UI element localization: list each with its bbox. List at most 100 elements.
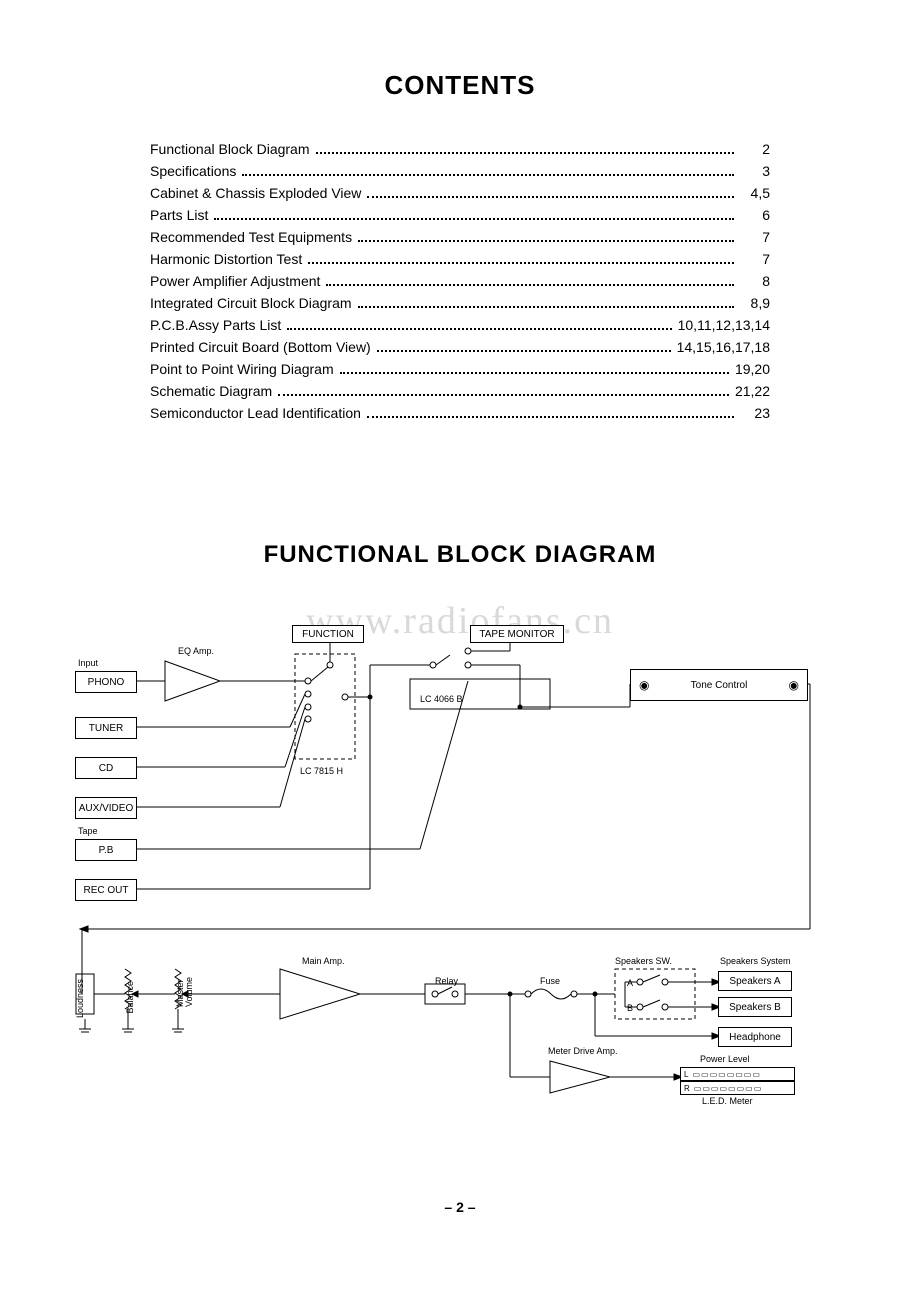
toc-dots [367, 196, 734, 198]
toc-row: Integrated Circuit Block Diagram8,9 [150, 295, 770, 311]
headphone-label: Headphone [729, 1032, 781, 1043]
toc-label: Cabinet & Chassis Exploded View [150, 185, 361, 201]
toc-page: 21,22 [735, 383, 770, 399]
led-segments-icon: ▭▭▭▭▭▭▭▭ [692, 1070, 760, 1079]
tone-knob-icon: ◉ [789, 678, 799, 692]
headphone-block: Headphone [718, 1027, 792, 1047]
speakers-b-block: Speakers B [718, 997, 792, 1017]
input-tuner: TUNER [75, 717, 137, 739]
master-volume-label: Master Volume [176, 977, 194, 1007]
toc-label: Printed Circuit Board (Bottom View) [150, 339, 371, 355]
input-aux-video: AUX/VIDEO [75, 797, 137, 819]
toc-label: Specifications [150, 163, 236, 179]
block-diagram-heading: FUNCTIONAL BLOCK DIAGRAM [70, 541, 850, 569]
toc-row: Printed Circuit Board (Bottom View) 14,15… [150, 339, 770, 355]
toc-label: Functional Block Diagram [150, 141, 310, 157]
lc7815h-label: LC 7815 H [300, 767, 343, 776]
meter-drive-amp-label: Meter Drive Amp. [548, 1047, 618, 1056]
toc-row: Harmonic Distortion Test 7 [150, 251, 770, 267]
led-meter-r: R ▭▭▭▭▭▭▭▭ [680, 1081, 795, 1095]
main-amp-label: Main Amp. [302, 957, 345, 966]
toc-page: 10,11,12,13,14 [678, 317, 770, 333]
input-phono-label: PHONO [88, 677, 125, 688]
tone-knob-icon: ◉ [639, 678, 649, 692]
toc-page: 23 [740, 405, 770, 421]
led-meter-r-label: R [684, 1084, 690, 1093]
toc-page: 6 [740, 207, 770, 223]
toc-row: P.C.B.Assy Parts List 10,11,12,13,14 [150, 317, 770, 333]
loudness-label: Loudness [76, 979, 85, 1018]
speakers-a-label: Speakers A [729, 976, 780, 987]
toc-label: Power Amplifier Adjustment [150, 273, 320, 289]
input-pb-label: P.B [99, 845, 114, 856]
input-cd: CD [75, 757, 137, 779]
input-cd-label: CD [99, 763, 113, 774]
inputs-heading-label: Input [78, 659, 98, 668]
toc-page: 8 [740, 273, 770, 289]
led-meter-l-label: L [684, 1070, 688, 1079]
toc-row: Semiconductor Lead Identification 23 [150, 405, 770, 421]
toc-dots [377, 350, 671, 352]
toc-dots [287, 328, 671, 330]
toc-row: Power Amplifier Adjustment 8 [150, 273, 770, 289]
sw-a-label: A [627, 979, 633, 988]
toc-label: P.C.B.Assy Parts List [150, 317, 281, 333]
power-level-label: Power Level [700, 1055, 750, 1064]
function-switch-label: FUNCTION [302, 629, 354, 640]
toc-dots [358, 240, 734, 242]
tone-control-block: ◉ Tone Control ◉ [630, 669, 808, 701]
lc4066b-label: LC 4066 B [420, 695, 463, 704]
toc-row: Functional Block Diagram 2 [150, 141, 770, 157]
toc-dots [214, 218, 734, 220]
toc-row: Cabinet & Chassis Exploded View 4,5 [150, 185, 770, 201]
led-meter-label: L.E.D. Meter [702, 1097, 753, 1106]
toc-row: Schematic Diagram 21,22 [150, 383, 770, 399]
input-rec-out-label: REC OUT [84, 885, 129, 896]
toc-page: 4,5 [740, 185, 770, 201]
eq-amp-label: EQ Amp. [178, 647, 214, 656]
function-switch: FUNCTION [292, 625, 364, 643]
toc-row: Specifications 3 [150, 163, 770, 179]
toc-page: 3 [740, 163, 770, 179]
table-of-contents: Functional Block Diagram 2 Specifications 3… [150, 141, 770, 421]
toc-label: Point to Point Wiring Diagram [150, 361, 334, 377]
speakers-sw-label: Speakers SW. [615, 957, 672, 966]
fuse-label: Fuse [540, 977, 560, 986]
toc-dots [340, 372, 729, 374]
toc-page: 19,20 [735, 361, 770, 377]
page: CONTENTS Functional Block Diagram 2 Specif… [0, 0, 920, 1255]
tape-monitor-switch: TAPE MONITOR [470, 625, 564, 643]
input-tuner-label: TUNER [89, 723, 123, 734]
toc-dots [316, 152, 734, 154]
relay-label: Relay [435, 977, 458, 986]
input-rec-out: REC OUT [75, 879, 137, 901]
toc-row: Parts List 6 [150, 207, 770, 223]
led-meter-l: L ▭▭▭▭▭▭▭▭ [680, 1067, 795, 1081]
input-pb: P.B [75, 839, 137, 861]
toc-label: Harmonic Distortion Test [150, 251, 302, 267]
tape-monitor-switch-label: TAPE MONITOR [479, 629, 554, 640]
toc-label: Recommended Test Equipments [150, 229, 352, 245]
toc-dots [242, 174, 734, 176]
speakers-b-label: Speakers B [729, 1002, 781, 1013]
led-segments-icon: ▭▭▭▭▭▭▭▭ [694, 1084, 762, 1093]
contents-heading: CONTENTS [70, 70, 850, 101]
toc-page: 14,15,16,17,18 [677, 339, 770, 355]
speakers-system-label: Speakers System [720, 957, 791, 966]
functional-block-diagram: www.radiofans.cn Input PHONO TUNER CD AU… [70, 599, 850, 1139]
toc-label: Semiconductor Lead Identification [150, 405, 361, 421]
speakers-a-block: Speakers A [718, 971, 792, 991]
tape-heading-label: Tape [78, 827, 98, 836]
toc-dots [308, 262, 734, 264]
toc-label: Schematic Diagram [150, 383, 272, 399]
toc-label: Parts List [150, 207, 208, 223]
toc-page: 8,9 [740, 295, 770, 311]
input-phono: PHONO [75, 671, 137, 693]
toc-page: 7 [740, 251, 770, 267]
toc-row: Recommended Test Equipments 7 [150, 229, 770, 245]
toc-page: 7 [740, 229, 770, 245]
page-number: – 2 – [70, 1199, 850, 1215]
toc-dots [326, 284, 734, 286]
toc-dots [367, 416, 734, 418]
toc-page: 2 [740, 141, 770, 157]
